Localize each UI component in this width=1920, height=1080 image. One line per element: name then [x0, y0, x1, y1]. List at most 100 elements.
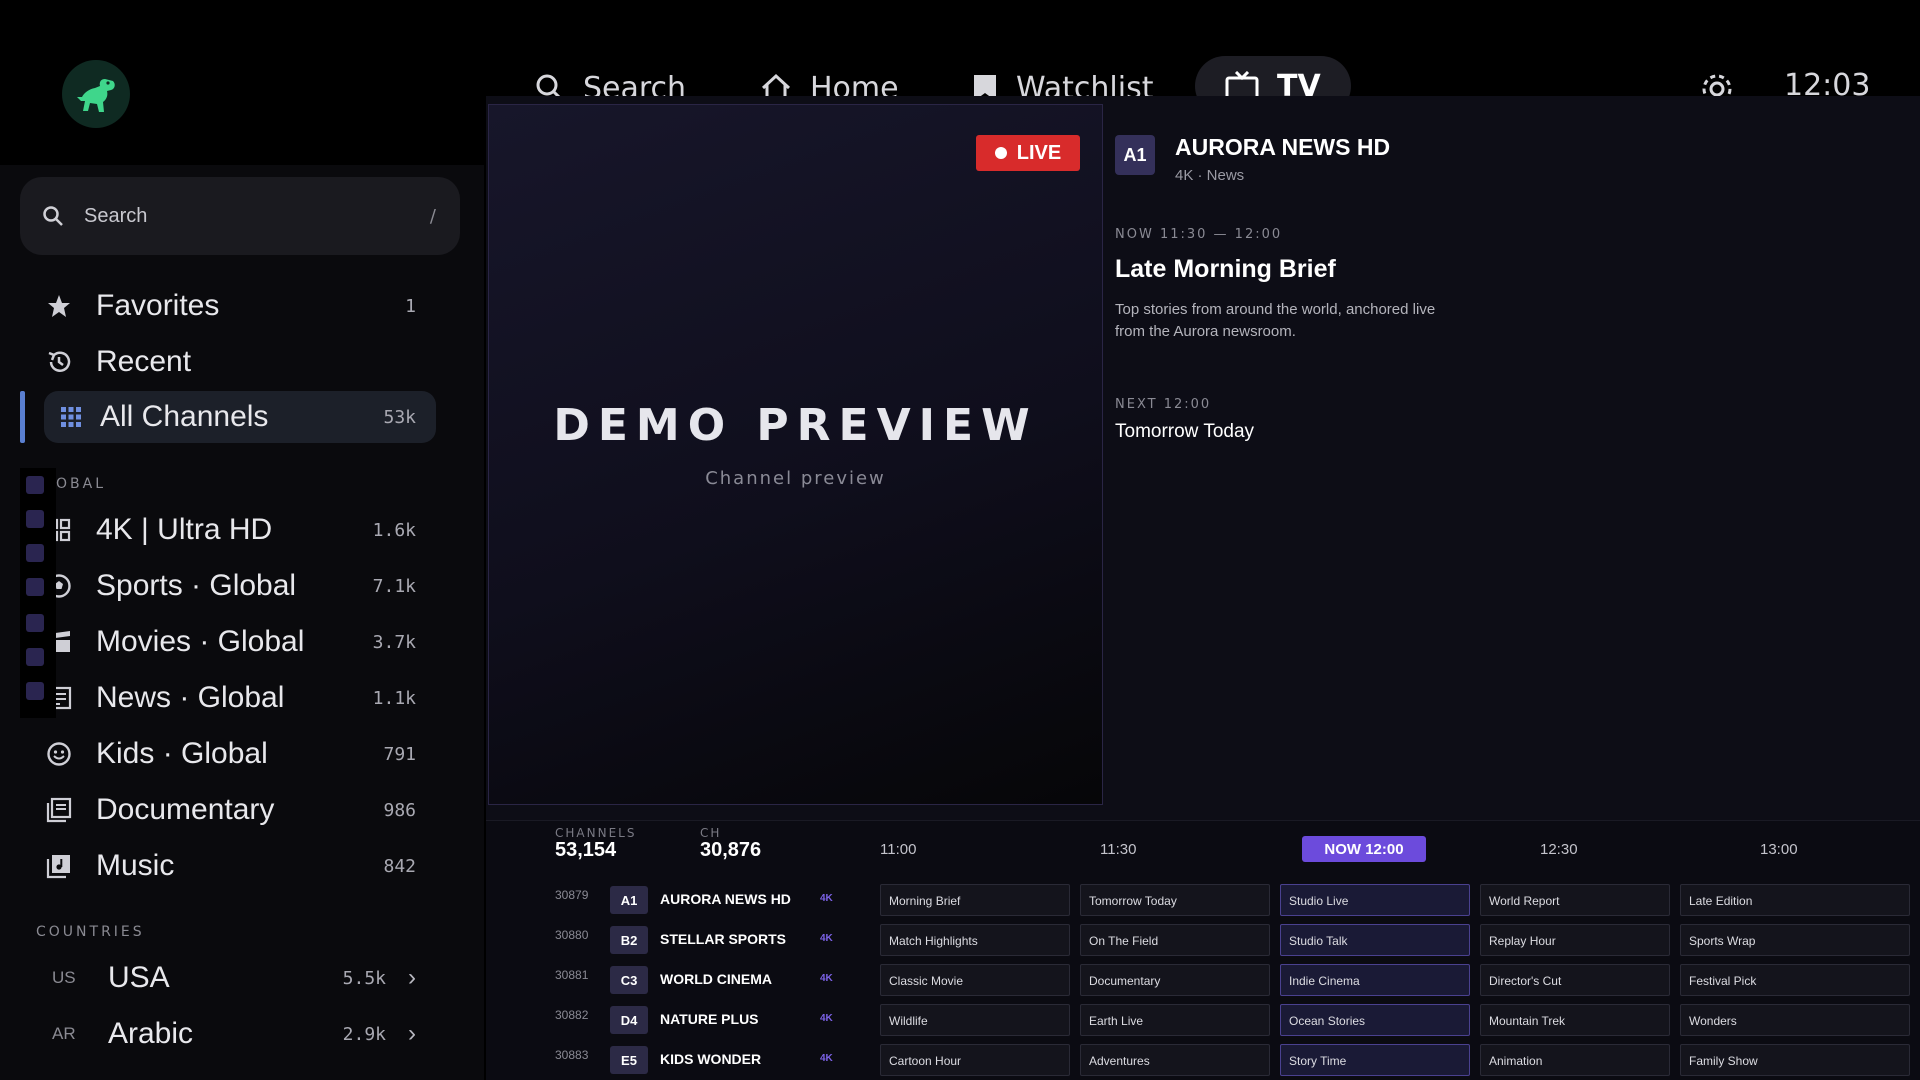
- channel-name: WORLD CINEMA: [660, 971, 772, 987]
- timeline-slot: 11:30: [1100, 841, 1137, 858]
- channel-number: 30883: [555, 1048, 589, 1062]
- search-icon: [43, 206, 63, 226]
- section-header-global: OBAL: [56, 476, 107, 492]
- sidebar-item-all-channels[interactable]: All Channels 53k: [44, 391, 436, 443]
- clock: 12:03: [1784, 68, 1871, 96]
- sidebar-item-sports[interactable]: Sports · Global 7.1k: [44, 560, 436, 612]
- program-cell[interactable]: Late Edition: [1680, 884, 1910, 916]
- sidebar-item-label: All Channels: [100, 400, 269, 433]
- active-indicator: [20, 391, 25, 443]
- program-cell[interactable]: Replay Hour: [1480, 924, 1670, 956]
- sidebar-item-documentary[interactable]: Documentary 986: [44, 784, 436, 836]
- sidebar-item-count: 1.1k: [372, 687, 416, 709]
- sidebar-item-label: Documentary: [96, 793, 275, 826]
- channel-name: NATURE PLUS: [660, 1011, 759, 1027]
- sidebar-item-label: Recent: [96, 345, 192, 378]
- nav-tv[interactable]: TV: [1195, 56, 1351, 96]
- program-cell[interactable]: Indie Cinema: [1280, 964, 1470, 996]
- ch-stat-value: 30,876: [700, 839, 762, 861]
- sidebar-item-label: Kids · Global: [96, 737, 268, 770]
- program-cell[interactable]: Adventures: [1080, 1044, 1270, 1076]
- search-icon: [536, 74, 561, 96]
- program-cell[interactable]: Sports Wrap: [1680, 924, 1910, 956]
- sidebar-item-count: 7.1k: [372, 575, 416, 597]
- gear-icon[interactable]: [1700, 72, 1734, 96]
- next-program-title: Tomorrow Today: [1115, 421, 1255, 442]
- sidebar-item-favorites[interactable]: Favorites 1: [44, 280, 436, 332]
- program-cell[interactable]: Studio Live: [1280, 884, 1470, 916]
- program-cell[interactable]: On The Field: [1080, 924, 1270, 956]
- program-cell[interactable]: Director's Cut: [1480, 964, 1670, 996]
- program-cell[interactable]: Studio Talk: [1280, 924, 1470, 956]
- live-dot-icon: [994, 147, 1007, 159]
- quality-badge: 4K: [820, 973, 833, 984]
- sidebar-item-count: 791: [383, 743, 416, 765]
- ch-stat-label: CH: [700, 826, 722, 840]
- sidebar-item-movies[interactable]: Movies · Global 3.7k: [44, 616, 436, 668]
- epg-channel-row[interactable]: 30883 E5 KIDS WONDER 4K Cartoon Hour Adventur…: [0, 1044, 1920, 1076]
- nav-search[interactable]: Search: [535, 58, 686, 96]
- scroll-dot: [26, 510, 44, 528]
- program-cell[interactable]: Classic Movie: [880, 964, 1070, 996]
- epg-channel-row[interactable]: 30882 D4 NATURE PLUS 4K Wildlife Earth Live Oc…: [0, 1004, 1920, 1036]
- quality-badge: 4K: [820, 1053, 833, 1064]
- channel-badge: A1: [1115, 135, 1155, 175]
- channel-badge: E5: [610, 1046, 648, 1074]
- sidebar-item-label: Movies · Global: [96, 625, 305, 658]
- epg-channel-row[interactable]: 30880 B2 STELLAR SPORTS 4K Match Highlights O…: [0, 924, 1920, 956]
- sidebar-item-count: 53k: [383, 406, 416, 428]
- program-cell[interactable]: Story Time: [1280, 1044, 1470, 1076]
- program-cell[interactable]: World Report: [1480, 884, 1670, 916]
- epg-channel-row[interactable]: 30879 A1 AURORA NEWS HD 4K Morning Brief Tomo…: [0, 884, 1920, 916]
- library-icon: [46, 797, 72, 823]
- timeline-now-marker[interactable]: NOW 12:00: [1302, 836, 1426, 862]
- sidebar-search[interactable]: Search /: [20, 177, 460, 255]
- star-icon: [48, 295, 70, 317]
- now-time-label: NOW 11:30 — 12:00: [1115, 227, 1283, 242]
- sidebar-item-recent[interactable]: Recent: [44, 336, 436, 388]
- sidebar-item-count: 1: [405, 295, 416, 317]
- program-cell[interactable]: Family Show: [1680, 1044, 1910, 1076]
- channel-meta: 4K · News: [1175, 167, 1245, 184]
- sidebar-item-kids[interactable]: Kids · Global 791: [44, 728, 436, 780]
- channel-name: STELLAR SPORTS: [660, 931, 787, 947]
- nav-watchlist[interactable]: Watchlist: [972, 58, 1153, 96]
- live-badge: LIVE: [976, 135, 1080, 171]
- scroll-dot: [26, 682, 44, 700]
- program-cell[interactable]: Tomorrow Today: [1080, 884, 1270, 916]
- channels-stat-label: CHANNELS: [555, 826, 637, 840]
- next-time-label: NEXT 12:00: [1115, 397, 1212, 412]
- scroll-dot: [26, 476, 44, 494]
- shortcut-hint: /: [429, 205, 436, 227]
- program-cell[interactable]: Cartoon Hour: [880, 1044, 1070, 1076]
- program-cell[interactable]: Mountain Trek: [1480, 1004, 1670, 1036]
- sidebar-item-label: Music: [96, 849, 175, 882]
- smiley-icon: [47, 742, 71, 766]
- program-cell[interactable]: Festival Pick: [1680, 964, 1910, 996]
- channel-number: 30880: [555, 928, 589, 942]
- sidebar-item-label: 4K | Ultra HD: [96, 513, 273, 546]
- program-cell[interactable]: Match Highlights: [880, 924, 1070, 956]
- sidebar-item-count: 842: [383, 855, 416, 877]
- home-icon: [761, 73, 791, 96]
- tv-icon: [1225, 71, 1259, 96]
- channel-preview-player[interactable]: [488, 104, 1103, 805]
- epg-channel-row[interactable]: 30881 C3 WORLD CINEMA 4K Classic Movie Docume…: [0, 964, 1920, 996]
- program-cell[interactable]: Wonders: [1680, 1004, 1910, 1036]
- sidebar-item-news[interactable]: News · Global 1.1k: [44, 672, 436, 724]
- nav-home[interactable]: Home: [760, 58, 899, 96]
- program-cell[interactable]: Morning Brief: [880, 884, 1070, 916]
- program-cell[interactable]: Documentary: [1080, 964, 1270, 996]
- timeline-slot: 13:00: [1760, 841, 1798, 858]
- program-cell[interactable]: Earth Live: [1080, 1004, 1270, 1036]
- sidebar-item-count: 986: [383, 799, 416, 821]
- sidebar-item-label: Sports · Global: [96, 569, 297, 602]
- quality-badge: 4K: [820, 893, 833, 904]
- sidebar-item-label: Favorites: [96, 289, 220, 322]
- sidebar-item-4k[interactable]: 4K | Ultra HD 1.6k: [44, 504, 436, 556]
- program-cell[interactable]: Ocean Stories: [1280, 1004, 1470, 1036]
- program-cell[interactable]: Wildlife: [880, 1004, 1070, 1036]
- program-cell[interactable]: Animation: [1480, 1044, 1670, 1076]
- timeline-slot: 12:30: [1540, 841, 1578, 858]
- nav-label: TV: [1277, 68, 1321, 97]
